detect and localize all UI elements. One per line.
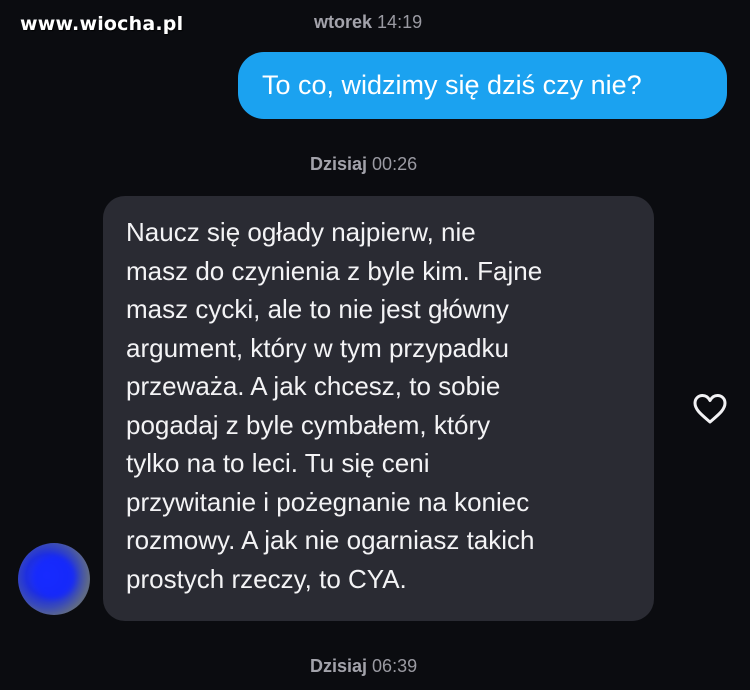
outgoing-message-bubble[interactable]: To co, widzimy się dziś czy nie? — [238, 52, 727, 119]
avatar[interactable] — [18, 543, 90, 615]
timestamp-2: Dzisiaj 00:26 — [310, 154, 417, 175]
timestamp-time: 06:39 — [372, 656, 418, 676]
timestamp-1: wtorek 14:19 — [314, 12, 422, 33]
timestamp-time: 00:26 — [372, 154, 418, 174]
incoming-message-bubble[interactable]: Naucz się ogłady najpierw, nie masz do c… — [103, 196, 654, 621]
watermark: www.wiocha.pl — [20, 13, 184, 35]
timestamp-day: wtorek — [314, 12, 373, 32]
timestamp-time: 14:19 — [377, 12, 423, 32]
heart-outline-icon[interactable] — [693, 393, 727, 425]
timestamp-day: Dzisiaj — [310, 154, 368, 174]
timestamp-day: Dzisiaj — [310, 656, 368, 676]
timestamp-3: Dzisiaj 06:39 — [310, 656, 417, 677]
